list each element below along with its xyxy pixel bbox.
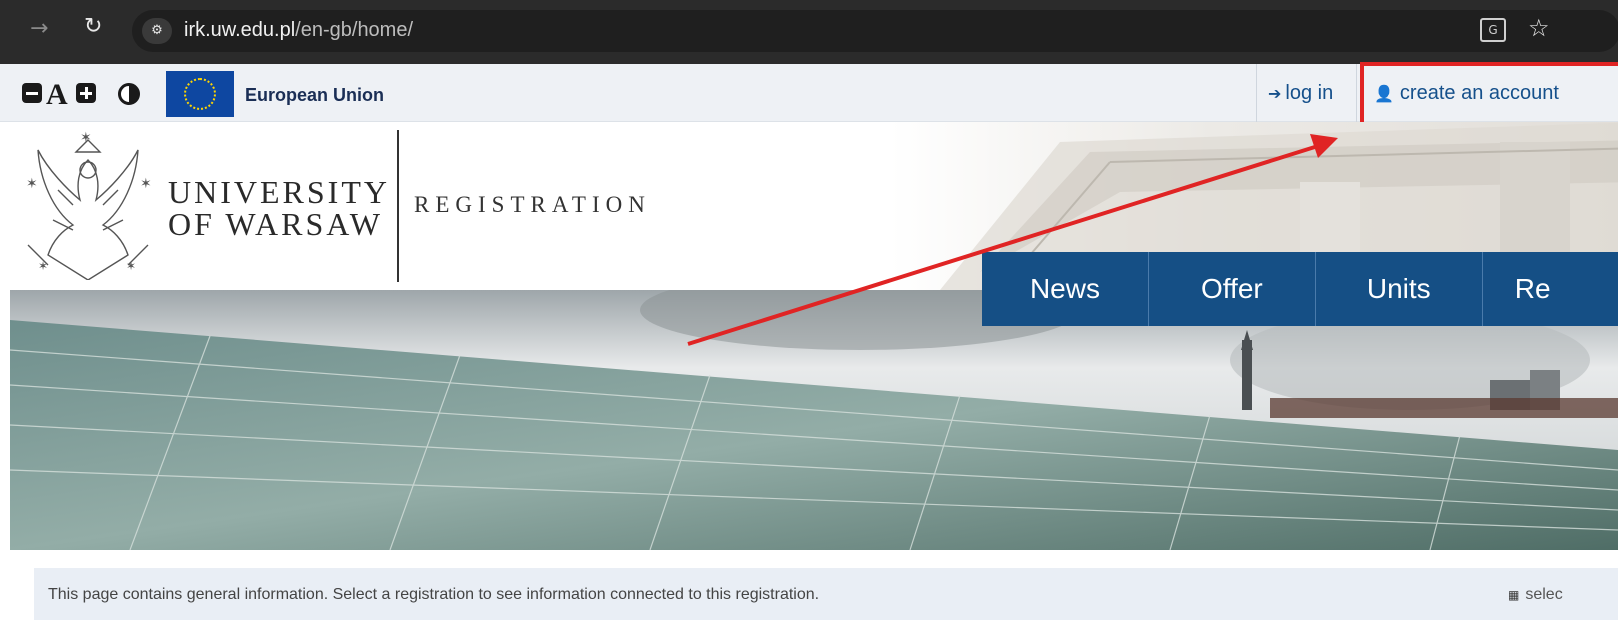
university-eagle-logo: ✶ ✶ ✶ ✶ ✶ <box>26 130 152 280</box>
university-name-line1: UNIVERSITY <box>168 174 390 210</box>
browser-toolbar: → ↻ ⚙ irk.uw.edu.pl/en-gb/home/ G ☆ <box>0 0 1618 64</box>
select-registration-link[interactable]: ▦ selec <box>1508 586 1563 604</box>
svg-text:✶: ✶ <box>26 176 38 192</box>
topbar-divider <box>1356 64 1357 122</box>
nav-item-registration[interactable]: Re <box>1483 252 1618 326</box>
glass-roof-illustration <box>10 290 1618 550</box>
eu-label: European Union <box>245 85 384 105</box>
topbar-divider <box>1256 64 1257 122</box>
section-title: REGISTRATION <box>414 192 651 217</box>
nav-item-offer[interactable]: Offer <box>1149 252 1316 326</box>
back-arrow-icon[interactable]: → <box>30 16 48 41</box>
select-registration-label: selec <box>1525 586 1563 603</box>
hero-image <box>10 290 1618 550</box>
eu-flag-icon <box>166 71 234 117</box>
reload-icon[interactable]: ↻ <box>84 14 102 39</box>
site-info-icon[interactable]: ⚙ <box>142 18 172 44</box>
login-icon: ➔ <box>1268 86 1282 103</box>
nav-item-news[interactable]: News <box>982 252 1149 326</box>
svg-text:✶: ✶ <box>126 259 136 273</box>
url-text[interactable]: irk.uw.edu.pl/en-gb/home/ <box>184 19 413 42</box>
highlight-box <box>1360 62 1618 126</box>
contrast-icon[interactable] <box>118 83 140 105</box>
svg-text:✶: ✶ <box>80 130 92 146</box>
login-link[interactable]: ➔ log in <box>1268 82 1333 105</box>
svg-text:✶: ✶ <box>140 176 152 192</box>
university-name[interactable]: UNIVERSITY OF WARSAW <box>168 176 390 240</box>
translate-icon[interactable]: G <box>1480 18 1506 42</box>
university-name-line2: OF WARSAW <box>168 206 383 242</box>
nav-item-units[interactable]: Units <box>1316 252 1483 326</box>
font-size-icon[interactable]: A <box>46 78 68 112</box>
login-label: log in <box>1285 82 1334 104</box>
star-icon[interactable]: ☆ <box>1528 14 1550 42</box>
increase-font-icon[interactable] <box>76 83 96 103</box>
svg-text:✶: ✶ <box>38 259 48 273</box>
logo-separator <box>397 130 399 282</box>
decrease-font-icon[interactable] <box>22 83 42 103</box>
grid-icon: ▦ <box>1508 588 1520 602</box>
main-nav: News Offer Units Re <box>982 252 1618 326</box>
info-text: This page contains general information. … <box>48 586 820 603</box>
